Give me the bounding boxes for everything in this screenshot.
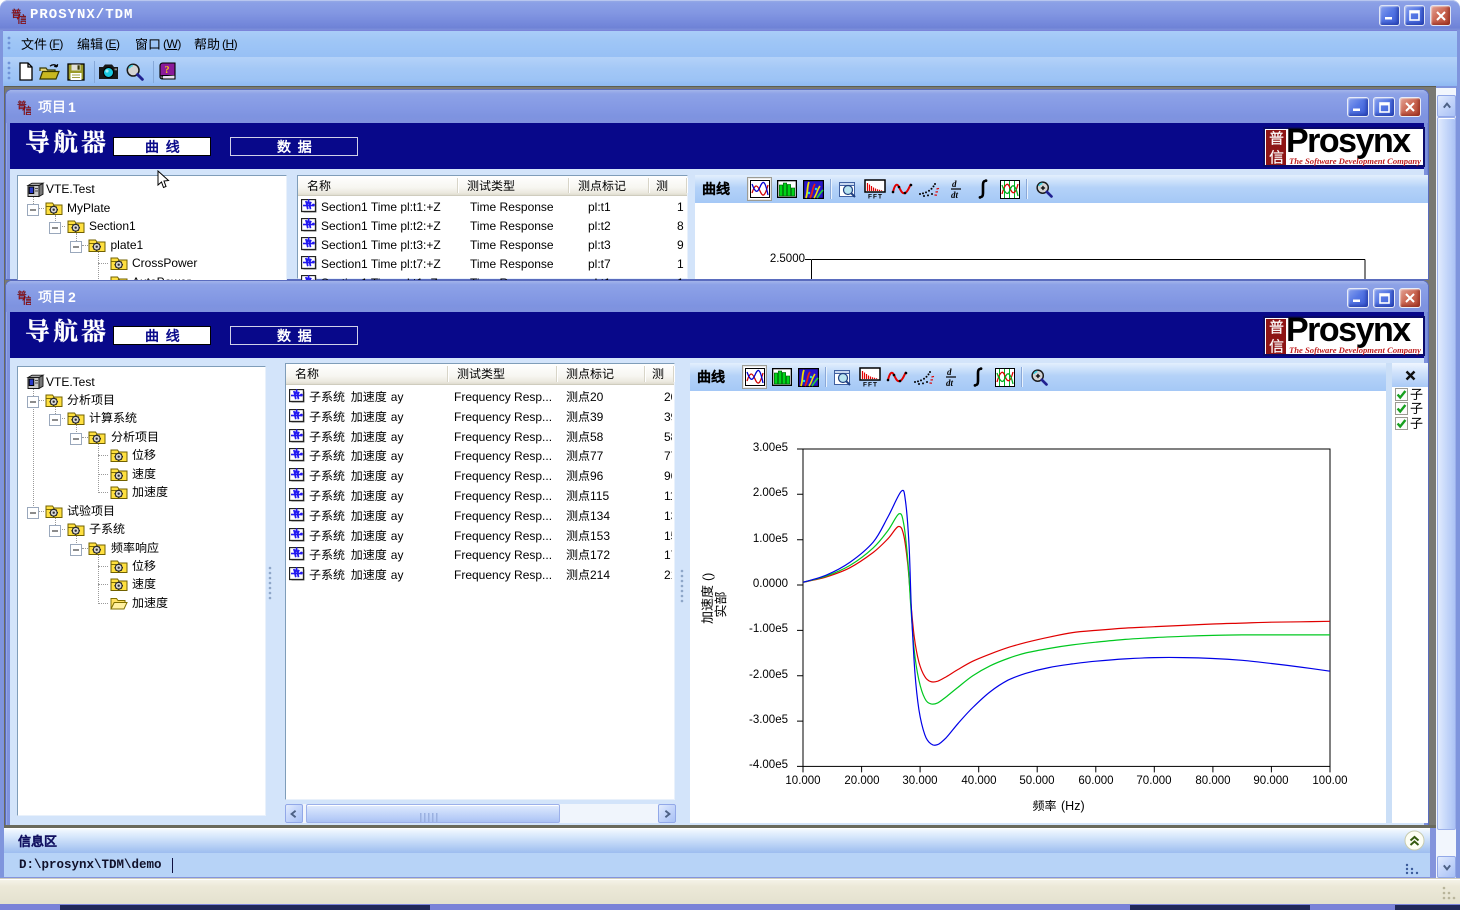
svg-text:FFT: FFT <box>868 194 883 200</box>
svg-text:?: ? <box>165 65 170 76</box>
svg-text:d: d <box>952 179 957 189</box>
svg-text:d: d <box>947 367 952 377</box>
svg-text:dt: dt <box>946 378 954 387</box>
svg-text:FFT: FFT <box>863 382 878 388</box>
svg-text:dt: dt <box>951 190 959 199</box>
